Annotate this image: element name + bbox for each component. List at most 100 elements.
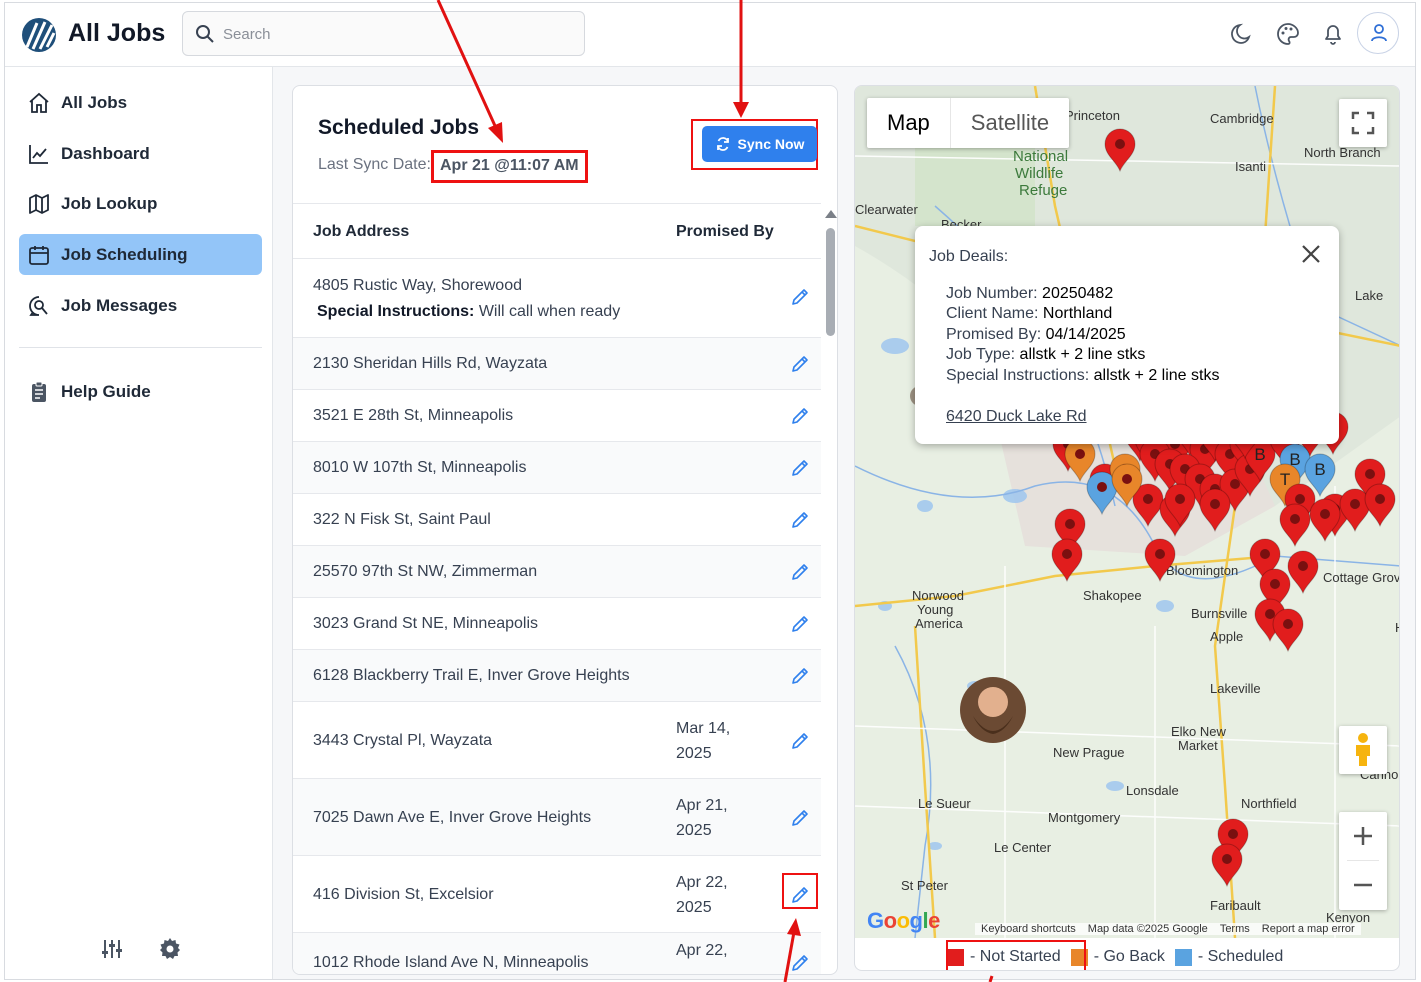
bell-icon[interactable] (1320, 21, 1346, 47)
job-address: 3443 Crystal Pl, Wayzata (313, 731, 493, 749)
terms-link[interactable]: Terms (1220, 923, 1250, 935)
sidebar-item-dashboard[interactable]: Dashboard (19, 133, 262, 174)
map-canvas[interactable]: Princeton Cambridge North Branch Isanti … (855, 86, 1400, 938)
sidebar-item-label: Help Guide (61, 381, 151, 401)
last-sync-label: Last Sync Date: (318, 156, 431, 173)
keyboard-shortcuts-link[interactable]: Keyboard shortcuts (981, 923, 1076, 935)
edit-pencil-icon[interactable] (789, 353, 811, 375)
table-row[interactable]: 25570 97th St NW, Zimmerman (293, 546, 821, 598)
scrollbar-thumb[interactable] (826, 228, 835, 336)
job-address-link[interactable]: 6420 Duck Lake Rd (946, 408, 1087, 426)
legend-swatch (1174, 948, 1192, 966)
close-icon[interactable] (1299, 242, 1323, 266)
sidebar-item-job-messages[interactable]: Job Messages (19, 285, 262, 326)
sidebar-item-job-scheduling[interactable]: Job Scheduling (19, 234, 262, 275)
svg-text:Faribault: Faribault (1210, 898, 1261, 913)
annotation-box-legend (946, 940, 1086, 970)
column-header-address[interactable]: Job Address (313, 223, 409, 241)
svg-text:Northfield: Northfield (1241, 796, 1297, 811)
table-row[interactable]: 7025 Dawn Ave E, Inver Grove Heights Apr … (293, 779, 821, 856)
edit-pencil-icon[interactable] (789, 952, 811, 974)
job-details-popup: Job Deails: Job Number: 20250482 Client … (915, 226, 1339, 444)
fullscreen-button[interactable] (1339, 99, 1387, 147)
table-header: Job Address Promised By (293, 203, 821, 259)
edit-pencil-icon[interactable] (789, 730, 811, 752)
job-address: 322 N Fisk St, Saint Paul (313, 511, 491, 528)
promised-by-line: Promised By: 04/14/2025 (946, 326, 1126, 343)
palette-icon[interactable] (1275, 21, 1301, 47)
job-address: 3023 Grand St NE, Minneapolis (313, 615, 539, 632)
job-address: 8010 W 107th St, Minneapolis (313, 459, 527, 476)
column-header-promised[interactable]: Promised By (676, 223, 774, 241)
edit-pencil-icon[interactable] (789, 457, 811, 479)
sidebar: All Jobs Dashboard Job Lookup Job Schedu… (5, 67, 273, 979)
sidebar-item-all-jobs[interactable]: All Jobs (19, 82, 262, 123)
edit-pencil-icon[interactable] (789, 561, 811, 583)
map-icon (29, 193, 49, 214)
svg-text:Bloomington: Bloomington (1166, 563, 1238, 578)
report-error-link[interactable]: Report a map error (1262, 923, 1355, 935)
job-address: 4805 Rustic Way, Shorewood (313, 277, 522, 294)
gear-icon[interactable] (158, 937, 182, 961)
job-address: 2130 Sheridan Hills Rd, Wayzata (313, 355, 548, 372)
avatar (960, 677, 1026, 743)
moon-icon[interactable] (1228, 21, 1254, 47)
table-row[interactable]: 3023 Grand St NE, Minneapolis (293, 598, 821, 650)
svg-text:Lake: Lake (1355, 288, 1383, 303)
zoom-out-icon[interactable] (1352, 874, 1374, 896)
job-address: 416 Division St, Excelsior (313, 885, 494, 903)
edit-pencil-icon[interactable] (789, 807, 811, 829)
map-data-text: Map data ©2025 Google (1087, 923, 1208, 935)
search-input[interactable] (223, 22, 563, 46)
calendar-icon (29, 245, 49, 265)
edit-pencil-icon[interactable] (789, 509, 811, 531)
table-row[interactable]: 6128 Blackberry Trail E, Inver Grove Hei… (293, 650, 821, 702)
app-title: All Jobs (68, 19, 166, 47)
promised-by: Apr 22, 2025 (676, 873, 728, 916)
table-row[interactable]: 3521 E 28th St, Minneapolis (293, 390, 821, 442)
zoom-in-icon[interactable] (1352, 825, 1374, 847)
svg-text:Elko New: Elko New (1171, 724, 1227, 739)
scroll-up-arrow[interactable] (825, 210, 837, 218)
sync-now-button[interactable]: Sync Now (702, 126, 817, 162)
popup-title: Job Deails: (929, 248, 1009, 265)
annotation-box-edit (782, 873, 818, 909)
search-icon (196, 25, 214, 43)
scheduled-jobs-panel: Scheduled Jobs Last Sync Date: Apr 21 @1… (292, 85, 838, 975)
tab-map[interactable]: Map (867, 98, 951, 148)
special-instructions-line: Special Instructions: allstk + 2 line st… (946, 367, 1220, 384)
svg-text:Cottage Grove: Cottage Grove (1323, 570, 1400, 585)
svg-text:New Prague: New Prague (1053, 745, 1125, 760)
svg-text:Refuge: Refuge (1019, 182, 1067, 199)
svg-text:Norwood: Norwood (912, 588, 964, 603)
fullscreen-icon (1351, 111, 1375, 135)
table-row[interactable]: 416 Division St, Excelsior Apr 22, 2025 (293, 856, 821, 933)
profile-button[interactable] (1357, 12, 1399, 54)
sync-now-label: Sync Now (737, 136, 805, 152)
edit-pencil-icon[interactable] (789, 613, 811, 635)
sidebar-item-help-guide[interactable]: Help Guide (19, 371, 262, 412)
sidebar-item-job-lookup[interactable]: Job Lookup (19, 183, 262, 224)
edit-pencil-icon[interactable] (789, 665, 811, 687)
promised-by: Apr 22, (676, 942, 728, 959)
search-box[interactable] (182, 11, 585, 56)
table-row[interactable]: 1012 Rhode Island Ave N, Minneapolis Apr … (293, 933, 821, 974)
refresh-icon (716, 137, 729, 151)
tab-satellite[interactable]: Satellite (951, 98, 1069, 148)
table-row[interactable]: 322 N Fisk St, Saint Paul (293, 494, 821, 546)
home-icon (29, 92, 49, 113)
table-row[interactable]: 4805 Rustic Way, Shorewood Special Instru… (293, 259, 821, 338)
map-type-tabs: Map Satellite (867, 98, 1070, 148)
legend-scheduled: - Scheduled (1174, 948, 1283, 966)
sliders-icon[interactable] (100, 937, 124, 961)
job-address: 7025 Dawn Ave E, Inver Grove Heights (313, 808, 592, 826)
svg-text:Le Center: Le Center (994, 840, 1052, 855)
street-view-button[interactable] (1339, 726, 1387, 774)
table-row[interactable]: 2130 Sheridan Hills Rd, Wayzata (293, 338, 821, 390)
sidebar-item-label: Dashboard (61, 143, 150, 163)
table-row[interactable]: 8010 W 107th St, Minneapolis (293, 442, 821, 494)
user-icon (1371, 24, 1387, 42)
edit-pencil-icon[interactable] (789, 286, 811, 308)
table-row[interactable]: 3443 Crystal Pl, Wayzata Mar 14, 2025 (293, 702, 821, 779)
edit-pencil-icon[interactable] (789, 405, 811, 427)
